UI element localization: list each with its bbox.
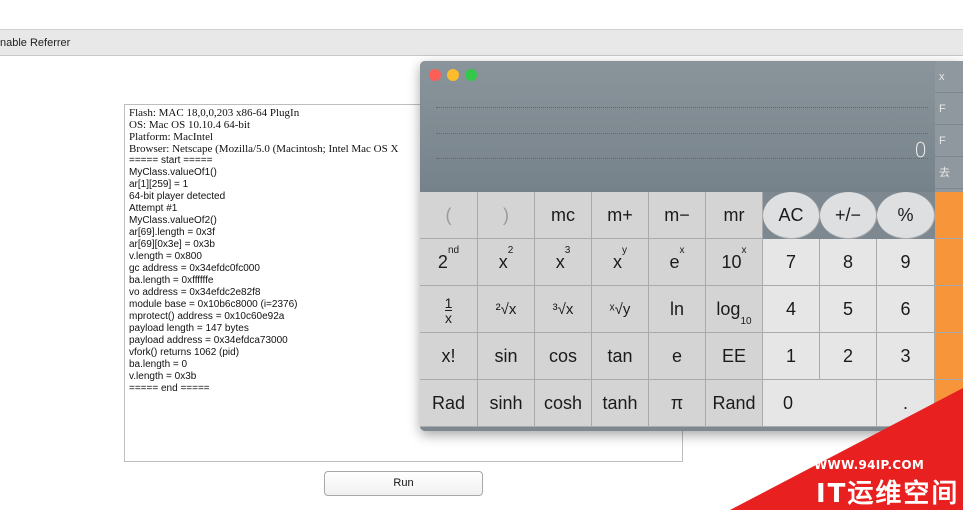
- toolbar: nable Referrer: [0, 29, 963, 56]
- side-item[interactable]: F: [935, 125, 963, 157]
- watermark-url: WWW.94IP.COM: [814, 458, 925, 472]
- add-key[interactable]: [935, 333, 963, 380]
- side-item[interactable]: x: [935, 61, 963, 93]
- close-button[interactable]: [429, 69, 441, 81]
- nth-root-key[interactable]: ˣ√y: [592, 286, 649, 333]
- m-minus-key[interactable]: m−: [649, 192, 706, 239]
- percent-key[interactable]: %: [877, 192, 935, 239]
- watermark-brand: IT运维空间: [816, 479, 960, 509]
- x-cubed-label: x: [555, 252, 565, 272]
- rand-key[interactable]: Rand: [706, 380, 763, 427]
- display-divider: [436, 158, 928, 159]
- x-cubed-key[interactable]: x3: [535, 239, 592, 286]
- window-controls: [429, 68, 483, 86]
- nine-key[interactable]: 9: [877, 239, 935, 286]
- log10-sub: 10: [740, 315, 752, 327]
- rad-key[interactable]: Rad: [420, 380, 478, 427]
- square-root-key[interactable]: ²√x: [478, 286, 535, 333]
- calculator-window: 0 x F F 去 ( ) mc m+ m− mr AC +/− % 2nd x…: [420, 61, 963, 431]
- zoom-button[interactable]: [465, 69, 477, 81]
- factorial-key[interactable]: x!: [420, 333, 478, 380]
- side-item[interactable]: 去: [935, 157, 963, 189]
- run-button[interactable]: Run: [324, 471, 483, 496]
- log10-label: log: [716, 299, 741, 319]
- toolbar-title: nable Referrer: [0, 37, 71, 49]
- ten-pow-x-label: 10: [721, 252, 742, 272]
- cosh-key[interactable]: cosh: [535, 380, 592, 427]
- e-key[interactable]: e: [649, 333, 706, 380]
- second-key[interactable]: 2nd: [420, 239, 478, 286]
- x-cubed-sup: 3: [564, 245, 571, 256]
- mr-key[interactable]: mr: [706, 192, 763, 239]
- sinh-key[interactable]: sinh: [478, 380, 535, 427]
- four-key[interactable]: 4: [763, 286, 820, 333]
- second-key-label: 2: [437, 252, 448, 272]
- open-paren-key[interactable]: (: [420, 192, 478, 239]
- seven-key[interactable]: 7: [763, 239, 820, 286]
- eight-key[interactable]: 8: [820, 239, 877, 286]
- cube-root-key[interactable]: ³√x: [535, 286, 592, 333]
- divide-key[interactable]: [935, 192, 963, 239]
- five-key[interactable]: 5: [820, 286, 877, 333]
- plus-minus-key[interactable]: +/−: [820, 192, 877, 239]
- ac-key[interactable]: AC: [763, 192, 820, 239]
- one-over-x-key[interactable]: 1x: [420, 286, 478, 333]
- two-key[interactable]: 2: [820, 333, 877, 380]
- log10-key[interactable]: log10: [706, 286, 763, 333]
- one-key[interactable]: 1: [763, 333, 820, 380]
- calculator-display: 0: [420, 61, 935, 192]
- display-divider: [436, 133, 928, 134]
- six-key[interactable]: 6: [877, 286, 935, 333]
- m-plus-key[interactable]: m+: [592, 192, 649, 239]
- x-squared-sup: 2: [507, 245, 514, 256]
- zero-key[interactable]: 0: [763, 380, 877, 427]
- one-over-x-fraction: 1x: [444, 294, 453, 326]
- decimal-key[interactable]: .: [877, 380, 935, 427]
- second-key-sup: nd: [447, 245, 460, 256]
- x-pow-y-key[interactable]: xy: [592, 239, 649, 286]
- display-divider: [436, 107, 928, 108]
- cos-key[interactable]: cos: [535, 333, 592, 380]
- tan-key[interactable]: tan: [592, 333, 649, 380]
- side-panel: x F F 去: [935, 61, 963, 192]
- e-pow-x-label: e: [669, 252, 680, 272]
- mc-key[interactable]: mc: [535, 192, 592, 239]
- x-pow-y-label: x: [613, 252, 622, 272]
- x-pow-y-sup: y: [622, 245, 627, 256]
- three-key[interactable]: 3: [877, 333, 935, 380]
- keypad: ( ) mc m+ m− mr AC +/− % 2nd x2 x3 xy ex…: [420, 192, 963, 431]
- e-pow-x-sup: x: [679, 245, 685, 256]
- ln-key[interactable]: ln: [649, 286, 706, 333]
- tanh-key[interactable]: tanh: [592, 380, 649, 427]
- display-value: 0: [914, 138, 927, 162]
- close-paren-key[interactable]: ): [478, 192, 535, 239]
- one-over-x-denominator: x: [444, 309, 453, 326]
- x-squared-key[interactable]: x2: [478, 239, 535, 286]
- multiply-key[interactable]: [935, 239, 963, 286]
- ten-pow-x-sup: x: [741, 245, 747, 256]
- ten-pow-x-key[interactable]: 10x: [706, 239, 763, 286]
- side-item[interactable]: F: [935, 93, 963, 125]
- subtract-key[interactable]: [935, 286, 963, 333]
- pi-key[interactable]: π: [649, 380, 706, 427]
- equals-key[interactable]: [935, 380, 963, 427]
- one-over-x-numerator: 1: [444, 294, 453, 311]
- e-pow-x-key[interactable]: ex: [649, 239, 706, 286]
- sin-key[interactable]: sin: [478, 333, 535, 380]
- ee-key[interactable]: EE: [706, 333, 763, 380]
- x-squared-label: x: [498, 252, 508, 272]
- minimize-button[interactable]: [447, 69, 459, 81]
